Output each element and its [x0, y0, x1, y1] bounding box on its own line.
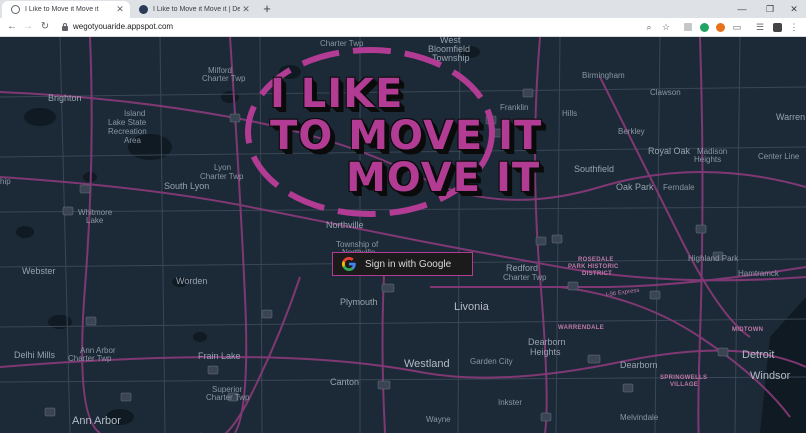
place-label: Brighton	[48, 93, 82, 103]
extension-cast-icon[interactable]: ▭	[731, 21, 743, 33]
place-label: South Lyon	[164, 181, 210, 191]
place-label: Detroit	[742, 349, 775, 361]
place-label: Southfield	[574, 164, 615, 174]
lock-icon	[62, 23, 68, 31]
place-label: Birmingham	[582, 71, 625, 80]
place-label: Highland Park	[688, 254, 739, 263]
place-label: Delhi Mills	[14, 350, 56, 360]
district-label: WARRENDALE	[558, 325, 604, 331]
place-label: hip	[0, 177, 11, 186]
place-label: Canton	[330, 377, 360, 387]
tab-favicon-icon	[139, 5, 148, 14]
tab-close-icon[interactable]: ✕	[114, 4, 126, 15]
place-label: Charter Twp	[200, 172, 244, 181]
place-label: Northville	[326, 220, 364, 230]
minimize-icon[interactable]: —	[727, 0, 757, 18]
reload-icon[interactable]: ↻	[38, 20, 52, 34]
extension-green-icon[interactable]	[698, 21, 710, 33]
district-label: ROSEDALE	[578, 257, 614, 263]
tab-close-icon[interactable]: ✕	[240, 4, 252, 15]
tab-favicon-icon	[11, 5, 20, 14]
map-page: Charter Twp West Bloomfield Township Mil…	[0, 37, 806, 433]
place-label: Hamtramck	[738, 269, 779, 278]
place-label: Royal Oak	[648, 146, 691, 156]
place-label: Lyon	[214, 163, 232, 172]
google-logo-icon	[342, 257, 356, 271]
place-label: Livonia	[454, 301, 489, 313]
tab-strip: I Like to Move it Move it ✕ I Like to Mo…	[0, 0, 806, 18]
place-label: Heights	[694, 155, 722, 164]
new-tab-button[interactable]: +	[260, 2, 274, 16]
place-label: Worden	[176, 276, 208, 286]
district-label: MIDTOWN	[732, 327, 764, 333]
profile-icon[interactable]	[771, 21, 783, 33]
reading-list-icon[interactable]: ☰	[754, 21, 766, 33]
place-label: Warren	[776, 112, 806, 122]
place-label: Windsor	[750, 370, 791, 382]
district-label: PARK HISTORIC	[568, 264, 619, 270]
bookmark-star-icon[interactable]: ☆	[660, 21, 672, 33]
zoom-icon[interactable]: ⌕	[643, 21, 655, 33]
place-label: Heights	[530, 347, 561, 357]
place-label: Oak Park	[616, 182, 654, 192]
back-icon[interactable]: ←	[5, 20, 19, 34]
google-sign-in-button[interactable]: Sign in with Google	[332, 252, 473, 276]
district-label: DISTRICT	[582, 271, 613, 277]
district-label: VILLAGE	[670, 382, 699, 388]
place-label: Westland	[404, 358, 450, 370]
tab-inactive[interactable]: I Like to Move it Move it | Devp... ✕	[130, 1, 256, 18]
place-label: Charter Twp	[320, 39, 364, 48]
browser-toolbar: ← → ↻ wegotyouaride.appspot.com ⌕ ☆ ▭ ☰ …	[0, 18, 806, 37]
sign-in-label: Sign in with Google	[365, 258, 452, 270]
place-label: Charter Twp	[202, 74, 246, 83]
address-bar[interactable]: wegotyouaride.appspot.com	[73, 21, 173, 33]
district-label: SPRINGWELLS	[660, 375, 708, 381]
place-label: Dearborn	[528, 337, 566, 347]
place-label: Center Line	[758, 152, 800, 161]
place-label: Webster	[22, 266, 56, 276]
place-label: Franklin	[500, 103, 529, 112]
hero-line-3: MOVE IT	[346, 155, 541, 201]
place-label: Ann Arbor	[72, 415, 121, 427]
tab-title: I Like to Move it Move it | Devp...	[153, 6, 240, 13]
place-label: Charter Twp	[206, 393, 250, 402]
place-label: Charter Twp	[68, 354, 112, 363]
menu-icon[interactable]: ⋮	[788, 21, 800, 33]
place-label: Wayne	[426, 415, 451, 424]
place-label: Township	[432, 53, 470, 63]
place-label: Lake	[86, 216, 104, 225]
place-label: Melvindale	[620, 413, 659, 422]
extension-orange-icon[interactable]	[714, 21, 726, 33]
place-label: Area	[124, 136, 141, 145]
extension-gray-icon[interactable]	[682, 21, 694, 33]
place-label: Garden City	[470, 357, 513, 366]
place-label: Berkley	[618, 127, 645, 136]
place-label: Clawson	[650, 88, 681, 97]
place-label: Redford	[506, 263, 539, 273]
place-label: Ferndale	[663, 183, 695, 192]
tab-active[interactable]: I Like to Move it Move it ✕	[2, 1, 130, 18]
place-label: Island	[124, 109, 146, 118]
forward-icon[interactable]: →	[21, 20, 35, 34]
hero-line-2: TO MOVE IT	[270, 113, 543, 159]
tab-title: I Like to Move it Move it	[25, 6, 99, 13]
place-label: Hills	[562, 109, 578, 118]
place-label: Frain Lake	[198, 351, 241, 361]
place-label: Dearborn	[620, 360, 658, 370]
close-window-icon[interactable]: ✕	[779, 0, 806, 18]
place-label: Recreation	[108, 127, 147, 136]
hero-line-1: I LIKE	[270, 71, 404, 117]
place-label: Plymouth	[340, 297, 378, 307]
place-label: Charter Twp	[503, 273, 547, 282]
place-label: Lake State	[108, 118, 147, 127]
place-label: Inkster	[498, 398, 523, 407]
